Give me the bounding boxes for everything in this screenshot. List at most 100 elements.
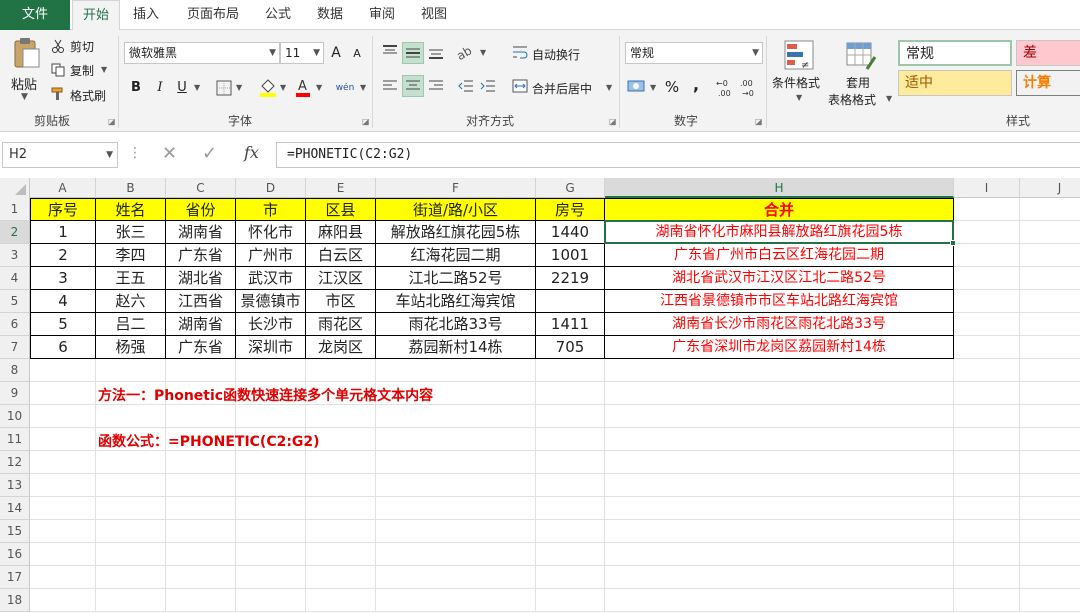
cell[interactable] <box>30 405 96 428</box>
cell[interactable] <box>954 520 1020 543</box>
table-cell[interactable]: 湖北省 <box>166 267 236 290</box>
cell[interactable] <box>96 497 166 520</box>
row-header-4[interactable]: 4 <box>0 267 30 290</box>
row-header-12[interactable]: 12 <box>0 451 30 474</box>
decrease-indent-icon[interactable] <box>456 76 476 96</box>
bold-button[interactable]: B <box>128 78 144 98</box>
cell[interactable] <box>166 566 236 589</box>
select-all-corner[interactable] <box>0 178 30 198</box>
cell[interactable] <box>1020 543 1080 566</box>
row-header-2[interactable]: 2 <box>0 221 30 244</box>
accounting-dropdown-icon[interactable]: ▼ <box>650 83 656 92</box>
cell[interactable] <box>536 497 605 520</box>
table-cell[interactable]: 市区 <box>306 290 376 313</box>
cell[interactable] <box>236 497 306 520</box>
fill-color-dropdown-icon[interactable]: ▼ <box>280 83 286 92</box>
merged-address-cell[interactable]: 湖南省长沙市雨花区雨花北路33号 <box>605 313 954 336</box>
cell[interactable] <box>536 474 605 497</box>
cell[interactable] <box>954 336 1020 359</box>
cell[interactable] <box>536 359 605 382</box>
table-header-cell[interactable]: 序号 <box>30 198 96 221</box>
cell-style-calculation[interactable]: 计算 <box>1016 70 1080 96</box>
cell[interactable] <box>954 313 1020 336</box>
cell[interactable] <box>954 474 1020 497</box>
table-cell[interactable]: 江西省 <box>166 290 236 313</box>
conditional-formatting-button[interactable]: 条件格式 <box>772 74 820 91</box>
cell[interactable] <box>236 589 306 612</box>
decrease-decimal-icon[interactable]: .00 →0 <box>740 76 762 98</box>
cell[interactable] <box>536 428 605 451</box>
cell[interactable] <box>954 589 1020 612</box>
cell[interactable] <box>954 290 1020 313</box>
cell-style-neutral[interactable]: 适中 <box>898 70 1012 96</box>
table-cell[interactable]: 广东省 <box>166 244 236 267</box>
cell[interactable] <box>236 543 306 566</box>
cell[interactable] <box>376 474 536 497</box>
table-cell[interactable]: 杨强 <box>96 336 166 359</box>
cell[interactable] <box>30 428 96 451</box>
insert-function-icon[interactable]: fx <box>244 143 259 162</box>
align-left-icon[interactable] <box>380 76 400 96</box>
cell[interactable] <box>1020 313 1080 336</box>
row-header-18[interactable]: 18 <box>0 589 30 612</box>
border-dropdown-icon[interactable]: ▼ <box>236 83 242 92</box>
row-header-7[interactable]: 7 <box>0 336 30 359</box>
tab-insert[interactable]: 插入 <box>124 0 168 30</box>
format-as-table-dropdown-icon[interactable]: ▼ <box>886 94 892 103</box>
cell[interactable] <box>954 244 1020 267</box>
table-cell[interactable]: 白云区 <box>306 244 376 267</box>
copy-icon[interactable] <box>50 62 66 78</box>
row-header-11[interactable]: 11 <box>0 428 30 451</box>
alignment-launcher-icon[interactable]: ◪ <box>609 117 617 126</box>
row-header-15[interactable]: 15 <box>0 520 30 543</box>
cell[interactable] <box>536 566 605 589</box>
cell[interactable] <box>306 451 376 474</box>
cell[interactable] <box>1020 497 1080 520</box>
align-center-icon[interactable] <box>402 75 424 97</box>
row-header-17[interactable]: 17 <box>0 566 30 589</box>
paste-icon[interactable] <box>10 36 42 70</box>
cell[interactable] <box>30 520 96 543</box>
table-cell[interactable]: 龙岗区 <box>306 336 376 359</box>
table-cell[interactable]: 3 <box>30 267 96 290</box>
cell[interactable] <box>96 566 166 589</box>
table-cell[interactable]: 广州市 <box>236 244 306 267</box>
cell[interactable] <box>306 359 376 382</box>
row-header-3[interactable]: 3 <box>0 244 30 267</box>
cell[interactable] <box>30 543 96 566</box>
cell-style-bad[interactable]: 差 <box>1016 40 1080 66</box>
cell[interactable] <box>1020 589 1080 612</box>
grow-font-button[interactable]: A <box>328 43 344 63</box>
table-cell[interactable]: 王五 <box>96 267 166 290</box>
cell[interactable] <box>306 566 376 589</box>
cell[interactable] <box>306 497 376 520</box>
table-cell[interactable]: 怀化市 <box>236 221 306 244</box>
table-cell[interactable]: 江北二路52号 <box>376 267 536 290</box>
phonetic-guide-button[interactable]: wén <box>332 78 358 98</box>
tab-file[interactable]: 文件 <box>0 0 70 30</box>
row-header-10[interactable]: 10 <box>0 405 30 428</box>
tab-formulas[interactable]: 公式 <box>256 0 300 30</box>
table-header-cell[interactable]: 姓名 <box>96 198 166 221</box>
cell[interactable] <box>166 520 236 543</box>
cell[interactable] <box>166 474 236 497</box>
table-cell[interactable]: 705 <box>536 336 605 359</box>
table-header-cell[interactable]: 省份 <box>166 198 236 221</box>
column-header-c[interactable]: C <box>166 178 236 198</box>
cell[interactable] <box>1020 221 1080 244</box>
underline-dropdown-icon[interactable]: ▼ <box>194 83 200 92</box>
table-cell[interactable]: 6 <box>30 336 96 359</box>
cell[interactable] <box>376 543 536 566</box>
percent-button[interactable]: % <box>662 77 682 97</box>
table-header-cell[interactable]: 合并 <box>605 198 954 221</box>
table-cell[interactable]: 武汉市 <box>236 267 306 290</box>
cell[interactable] <box>954 382 1020 405</box>
font-launcher-icon[interactable]: ◪ <box>362 117 370 126</box>
cell[interactable] <box>96 589 166 612</box>
table-cell[interactable]: 长沙市 <box>236 313 306 336</box>
cell[interactable] <box>96 359 166 382</box>
cell[interactable] <box>236 474 306 497</box>
cell[interactable] <box>166 589 236 612</box>
cell[interactable] <box>30 566 96 589</box>
cell[interactable] <box>954 267 1020 290</box>
